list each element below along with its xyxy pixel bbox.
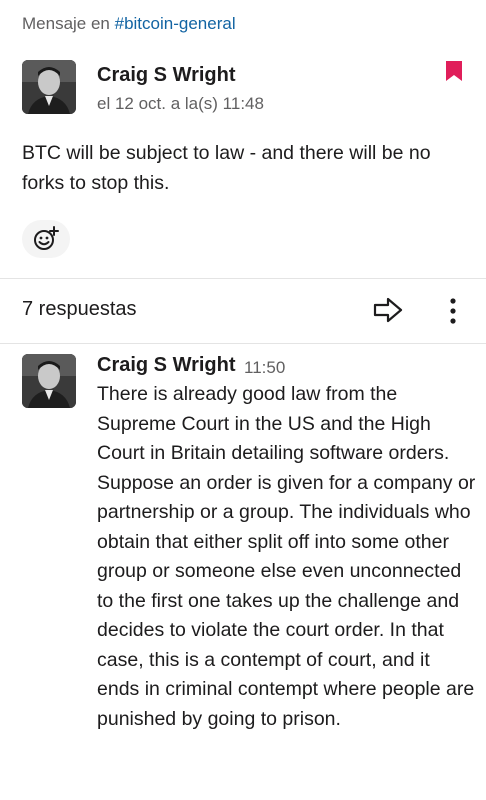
message-timestamp[interactable]: el 12 oct. a la(s) 11:48: [97, 94, 264, 114]
reply-text: There is already good law from the Supre…: [97, 383, 476, 730]
bookmark-icon[interactable]: [445, 60, 463, 82]
forward-arrow-icon[interactable]: [372, 296, 404, 324]
add-reaction-icon: [34, 226, 59, 250]
more-vertical-icon[interactable]: [444, 296, 462, 326]
reply-author[interactable]: Craig S Wright: [97, 354, 236, 377]
context-prefix: Mensaje en: [22, 14, 115, 33]
avatar[interactable]: [22, 60, 76, 114]
divider: [0, 343, 486, 344]
reply-timestamp[interactable]: 11:50: [244, 358, 285, 378]
message-text: BTC will be subject to law - and there w…: [22, 142, 431, 194]
reply-avatar[interactable]: [22, 354, 76, 408]
add-reaction-button[interactable]: [22, 220, 70, 258]
message-context: Mensaje en #bitcoin-general: [22, 14, 236, 34]
message-author[interactable]: Craig S Wright: [97, 64, 236, 87]
replies-count[interactable]: 7 respuestas: [22, 298, 137, 321]
channel-link[interactable]: #bitcoin-general: [115, 14, 236, 33]
divider: [0, 278, 486, 279]
